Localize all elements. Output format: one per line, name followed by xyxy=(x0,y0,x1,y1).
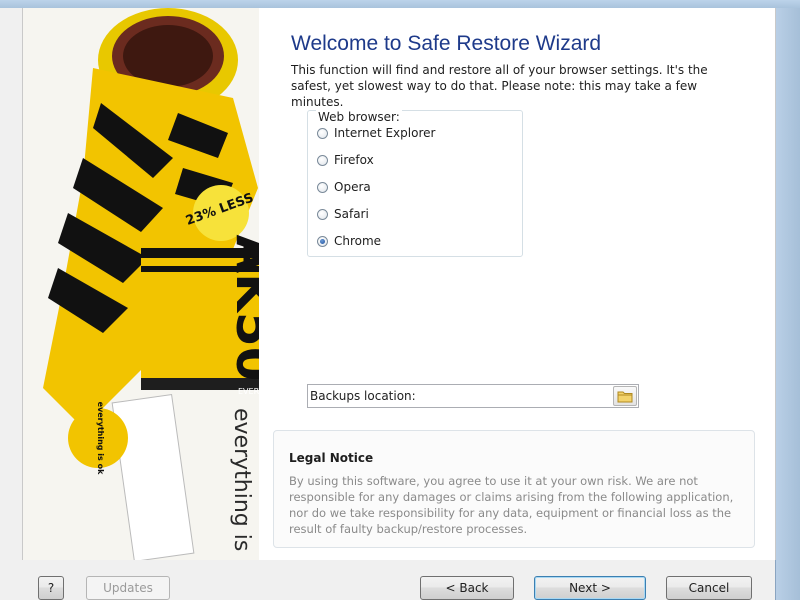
product-text: AK50 xyxy=(225,234,259,381)
radio-firefox[interactable]: Firefox xyxy=(317,151,374,169)
wizard-description: This function will find and restore all … xyxy=(291,63,708,109)
radio-opera[interactable]: Opera xyxy=(317,178,371,196)
radio-label: Internet Explorer xyxy=(334,126,436,140)
radio-button-selected[interactable] xyxy=(317,235,328,247)
product-can-illustration: AK50 xyxy=(141,234,259,390)
wizard-content: 23% LESS AK50 EVERYTH everything is ok e… xyxy=(22,8,776,560)
updates-button[interactable]: Updates xyxy=(86,576,170,600)
radio-button[interactable] xyxy=(317,181,328,193)
radio-label: Firefox xyxy=(334,153,374,167)
sticker-text: everything is ok xyxy=(96,402,105,475)
radio-label: Safari xyxy=(334,207,369,221)
legal-notice-panel: Legal Notice By using this software, you… xyxy=(273,430,755,548)
help-button[interactable]: ? xyxy=(38,576,64,600)
radio-internet-explorer[interactable]: Internet Explorer xyxy=(317,124,435,142)
backups-location-field[interactable]: Backups location: xyxy=(307,384,639,408)
radio-safari[interactable]: Safari xyxy=(317,205,369,223)
vertical-text: everything is xyxy=(229,408,254,551)
folder-icon xyxy=(617,391,633,402)
radio-button[interactable] xyxy=(317,127,328,139)
wizard-title: Welcome to Safe Restore Wizard xyxy=(291,32,602,55)
radio-chrome[interactable]: Chrome xyxy=(317,232,381,250)
band-text: EVERYTH xyxy=(238,387,259,396)
legal-notice-text: By using this software, you agree to use… xyxy=(289,474,734,536)
window-title-bar xyxy=(0,0,800,8)
radio-label: Opera xyxy=(334,180,371,194)
back-button[interactable]: < Back xyxy=(420,576,514,600)
web-browser-legend: Web browser: xyxy=(316,110,402,124)
browse-folder-button[interactable] xyxy=(613,386,637,406)
wizard-side-image: 23% LESS AK50 EVERYTH everything is ok e… xyxy=(23,8,259,560)
next-button[interactable]: Next > xyxy=(534,576,646,600)
cancel-button[interactable]: Cancel xyxy=(666,576,752,600)
backups-location-label: Backups location: xyxy=(310,389,416,403)
web-browser-group: Web browser: Internet Explorer Firefox O… xyxy=(307,110,523,257)
radio-button[interactable] xyxy=(317,154,328,166)
radio-label: Chrome xyxy=(334,234,382,248)
wizard-window: 23% LESS AK50 EVERYTH everything is ok e… xyxy=(0,8,800,600)
radio-button[interactable] xyxy=(317,208,328,220)
legal-notice-title: Legal Notice xyxy=(289,451,374,465)
window-frame-edge xyxy=(775,8,800,600)
